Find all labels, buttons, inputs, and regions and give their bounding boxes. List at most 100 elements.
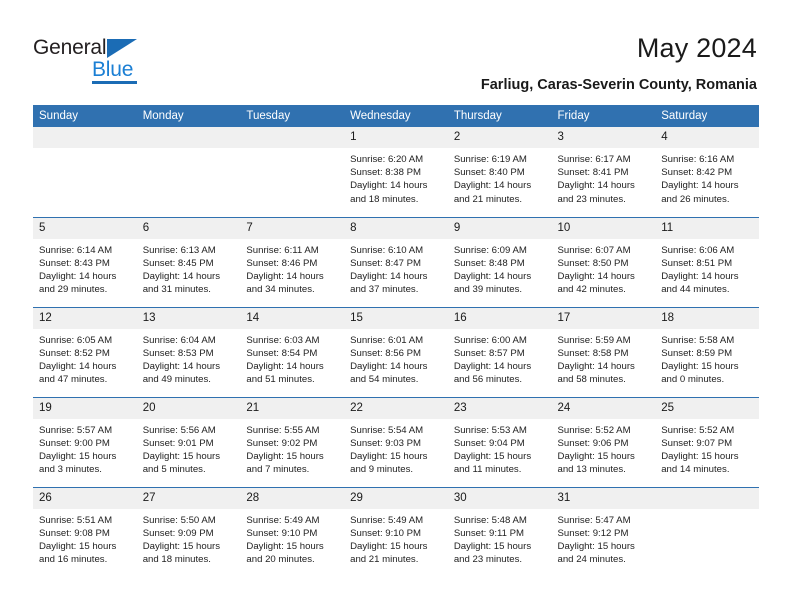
day-details: Sunrise: 6:07 AM Sunset: 8:50 PM Daylight:… (552, 239, 656, 297)
calendar-day-cell[interactable]: 18 Sunrise: 5:58 AM Sunset: 8:59 PM Dayligh… (655, 306, 759, 397)
weekday-header-tuesday: Tuesday (240, 105, 345, 127)
calendar-day-cell[interactable]: 24 Sunrise: 5:52 AM Sunset: 9:06 PM Dayligh… (551, 396, 656, 487)
sunset-text: Sunset: 8:54 PM (246, 347, 318, 359)
daylight-text-line2: and 23 minutes. (453, 554, 523, 566)
logo-text-blue: Blue (92, 58, 134, 81)
sunrise-text: Sunrise: 6:06 AM (661, 244, 735, 256)
calendar-day-cell[interactable]: 28 Sunrise: 5:49 AM Sunset: 9:10 PM Dayligh… (240, 486, 345, 577)
weekday-header-thursday: Thursday (447, 105, 552, 127)
calendar-day-cell[interactable]: 4 Sunrise: 6:16 AM Sunset: 8:42 PM Daylight… (655, 127, 759, 217)
sunrise-text: Sunrise: 5:52 AM (557, 424, 631, 436)
daylight-text-line1: Daylight: 15 hours (350, 540, 428, 552)
day-number: 16 (447, 307, 552, 329)
calendar-day-cell[interactable]: 29 Sunrise: 5:49 AM Sunset: 9:10 PM Dayligh… (344, 486, 448, 577)
calendar-day-cell[interactable]: 16 Sunrise: 6:00 AM Sunset: 8:57 PM Dayligh… (447, 306, 552, 397)
calendar-day-cell[interactable]: 13 Sunrise: 6:04 AM Sunset: 8:53 PM Dayligh… (136, 306, 241, 397)
daylight-text-line1: Daylight: 15 hours (453, 450, 532, 462)
calendar-day-cell[interactable]: 21 Sunrise: 5:55 AM Sunset: 9:02 PM Dayligh… (240, 396, 345, 487)
sunrise-text: Sunrise: 5:49 AM (350, 514, 424, 526)
day-details: Sunrise: 6:01 AM Sunset: 8:56 PM Daylight:… (344, 329, 448, 387)
calendar-day-cell[interactable]: 22 Sunrise: 5:54 AM Sunset: 9:03 PM Dayligh… (344, 396, 448, 487)
calendar-day-cell[interactable]: 23 Sunrise: 5:53 AM Sunset: 9:04 PM Dayligh… (447, 396, 552, 487)
calendar-day-cell[interactable]: 9 Sunrise: 6:09 AM Sunset: 8:48 PM Daylight… (447, 216, 552, 307)
day-number (240, 127, 345, 148)
calendar-day-cell[interactable]: 25 Sunrise: 5:52 AM Sunset: 9:07 PM Dayligh… (655, 396, 759, 487)
day-details: Sunrise: 6:13 AM Sunset: 8:45 PM Daylight:… (137, 239, 241, 297)
daylight-text-line1: Daylight: 14 hours (453, 360, 532, 372)
daylight-text-line2: and 39 minutes. (453, 284, 523, 296)
sunset-text: Sunset: 8:45 PM (142, 257, 214, 269)
calendar-day-cell[interactable]: 31 Sunrise: 5:47 AM Sunset: 9:12 PM Dayligh… (551, 486, 656, 577)
sunrise-text: Sunrise: 5:50 AM (142, 514, 216, 526)
calendar-body: 1 Sunrise: 6:20 AM Sunset: 8:38 PM Daylight… (33, 127, 759, 577)
day-details: Sunrise: 6:11 AM Sunset: 8:46 PM Daylight:… (240, 239, 344, 297)
daylight-text-line2: and 21 minutes. (453, 193, 523, 205)
calendar-day-cell[interactable]: 3 Sunrise: 6:17 AM Sunset: 8:41 PM Daylight… (551, 127, 656, 217)
daylight-text-line1: Daylight: 14 hours (142, 360, 221, 372)
sunrise-text: Sunrise: 5:53 AM (453, 424, 527, 436)
day-details: Sunrise: 6:19 AM Sunset: 8:40 PM Daylight:… (448, 148, 552, 206)
calendar-day-cell[interactable]: 10 Sunrise: 6:07 AM Sunset: 8:50 PM Dayligh… (551, 216, 656, 307)
daylight-text-line1: Daylight: 15 hours (39, 450, 117, 462)
sunset-text: Sunset: 8:57 PM (453, 347, 525, 359)
sunrise-text: Sunrise: 5:51 AM (39, 514, 113, 526)
calendar-day-cell[interactable]: 17 Sunrise: 5:59 AM Sunset: 8:58 PM Dayligh… (551, 306, 656, 397)
daylight-text-line2: and 42 minutes. (557, 284, 626, 296)
calendar-day-cell[interactable]: 1 Sunrise: 6:20 AM Sunset: 8:38 PM Daylight… (344, 127, 448, 217)
calendar-header-row: Sunday Monday Tuesday Wednesday Thursday… (33, 105, 759, 127)
daylight-text-line1: Daylight: 15 hours (661, 450, 739, 462)
calendar-day-cell[interactable]: 27 Sunrise: 5:50 AM Sunset: 9:09 PM Dayligh… (136, 486, 241, 577)
calendar-day-cell[interactable]: 20 Sunrise: 5:56 AM Sunset: 9:01 PM Dayligh… (136, 396, 241, 487)
day-number: 2 (447, 127, 552, 148)
daylight-text-line2: and 13 minutes. (557, 464, 626, 476)
calendar-day-cell[interactable]: 30 Sunrise: 5:48 AM Sunset: 9:11 PM Dayligh… (447, 486, 552, 577)
day-number: 30 (447, 487, 552, 509)
calendar-day-cell[interactable]: 26 Sunrise: 5:51 AM Sunset: 9:08 PM Dayligh… (33, 486, 137, 577)
daylight-text-line2: and 23 minutes. (557, 193, 626, 205)
day-details: Sunrise: 6:14 AM Sunset: 8:43 PM Daylight:… (33, 239, 137, 297)
daylight-text-line2: and 18 minutes. (142, 554, 211, 566)
day-details: Sunrise: 5:52 AM Sunset: 9:07 PM Daylight:… (655, 419, 759, 477)
calendar-week-row: 19 Sunrise: 5:57 AM Sunset: 9:00 PM Dayligh… (33, 396, 759, 487)
sunrise-text: Sunrise: 5:56 AM (142, 424, 216, 436)
general-blue-logo[interactable]: General Blue (33, 36, 163, 84)
day-number: 9 (447, 217, 552, 239)
calendar-day-cell[interactable]: 19 Sunrise: 5:57 AM Sunset: 9:00 PM Dayligh… (33, 396, 137, 487)
sunset-text: Sunset: 8:51 PM (661, 257, 733, 269)
daylight-text-line2: and 49 minutes. (142, 374, 211, 386)
day-number: 24 (551, 397, 656, 419)
day-number: 1 (344, 127, 448, 148)
sunset-text: Sunset: 8:41 PM (557, 167, 629, 179)
day-details: Sunrise: 5:57 AM Sunset: 9:00 PM Daylight:… (33, 419, 137, 477)
sunset-text: Sunset: 9:08 PM (39, 527, 110, 539)
daylight-text-line2: and 26 minutes. (661, 193, 730, 205)
calendar-day-cell[interactable]: 15 Sunrise: 6:01 AM Sunset: 8:56 PM Dayligh… (344, 306, 448, 397)
day-number: 15 (344, 307, 448, 329)
calendar-day-cell[interactable]: 2 Sunrise: 6:19 AM Sunset: 8:40 PM Daylight… (447, 127, 552, 217)
calendar-day-cell[interactable]: 12 Sunrise: 6:05 AM Sunset: 8:52 PM Dayligh… (33, 306, 137, 397)
calendar-day-cell[interactable]: 5 Sunrise: 6:14 AM Sunset: 8:43 PM Daylight… (33, 216, 137, 307)
day-number: 31 (551, 487, 656, 509)
weekday-header-saturday: Saturday (655, 105, 759, 127)
calendar-day-cell[interactable]: 8 Sunrise: 6:10 AM Sunset: 8:47 PM Daylight… (344, 216, 448, 307)
sunset-text: Sunset: 9:00 PM (39, 437, 110, 449)
sunset-text: Sunset: 9:04 PM (453, 437, 525, 449)
calendar-week-row: 5 Sunrise: 6:14 AM Sunset: 8:43 PM Daylight… (33, 216, 759, 307)
calendar-cell-empty (136, 127, 241, 217)
calendar-day-cell[interactable]: 11 Sunrise: 6:06 AM Sunset: 8:51 PM Dayligh… (655, 216, 759, 307)
sunrise-text: Sunrise: 6:04 AM (142, 334, 216, 346)
day-number: 14 (240, 307, 345, 329)
day-number: 8 (344, 217, 448, 239)
day-number: 5 (33, 217, 137, 239)
day-details: Sunrise: 5:59 AM Sunset: 8:58 PM Daylight:… (552, 329, 656, 387)
sunset-text: Sunset: 8:42 PM (661, 167, 733, 179)
sunrise-text: Sunrise: 6:01 AM (350, 334, 424, 346)
daylight-text-line2: and 16 minutes. (39, 554, 108, 566)
calendar-day-cell[interactable]: 7 Sunrise: 6:11 AM Sunset: 8:46 PM Daylight… (240, 216, 345, 307)
calendar-day-cell[interactable]: 6 Sunrise: 6:13 AM Sunset: 8:45 PM Daylight… (136, 216, 241, 307)
daylight-text-line2: and 31 minutes. (142, 284, 211, 296)
daylight-text-line1: Daylight: 14 hours (661, 270, 739, 282)
sunset-text: Sunset: 9:01 PM (142, 437, 214, 449)
calendar-day-cell[interactable]: 14 Sunrise: 6:03 AM Sunset: 8:54 PM Dayligh… (240, 306, 345, 397)
day-details: Sunrise: 6:06 AM Sunset: 8:51 PM Daylight:… (655, 239, 759, 297)
